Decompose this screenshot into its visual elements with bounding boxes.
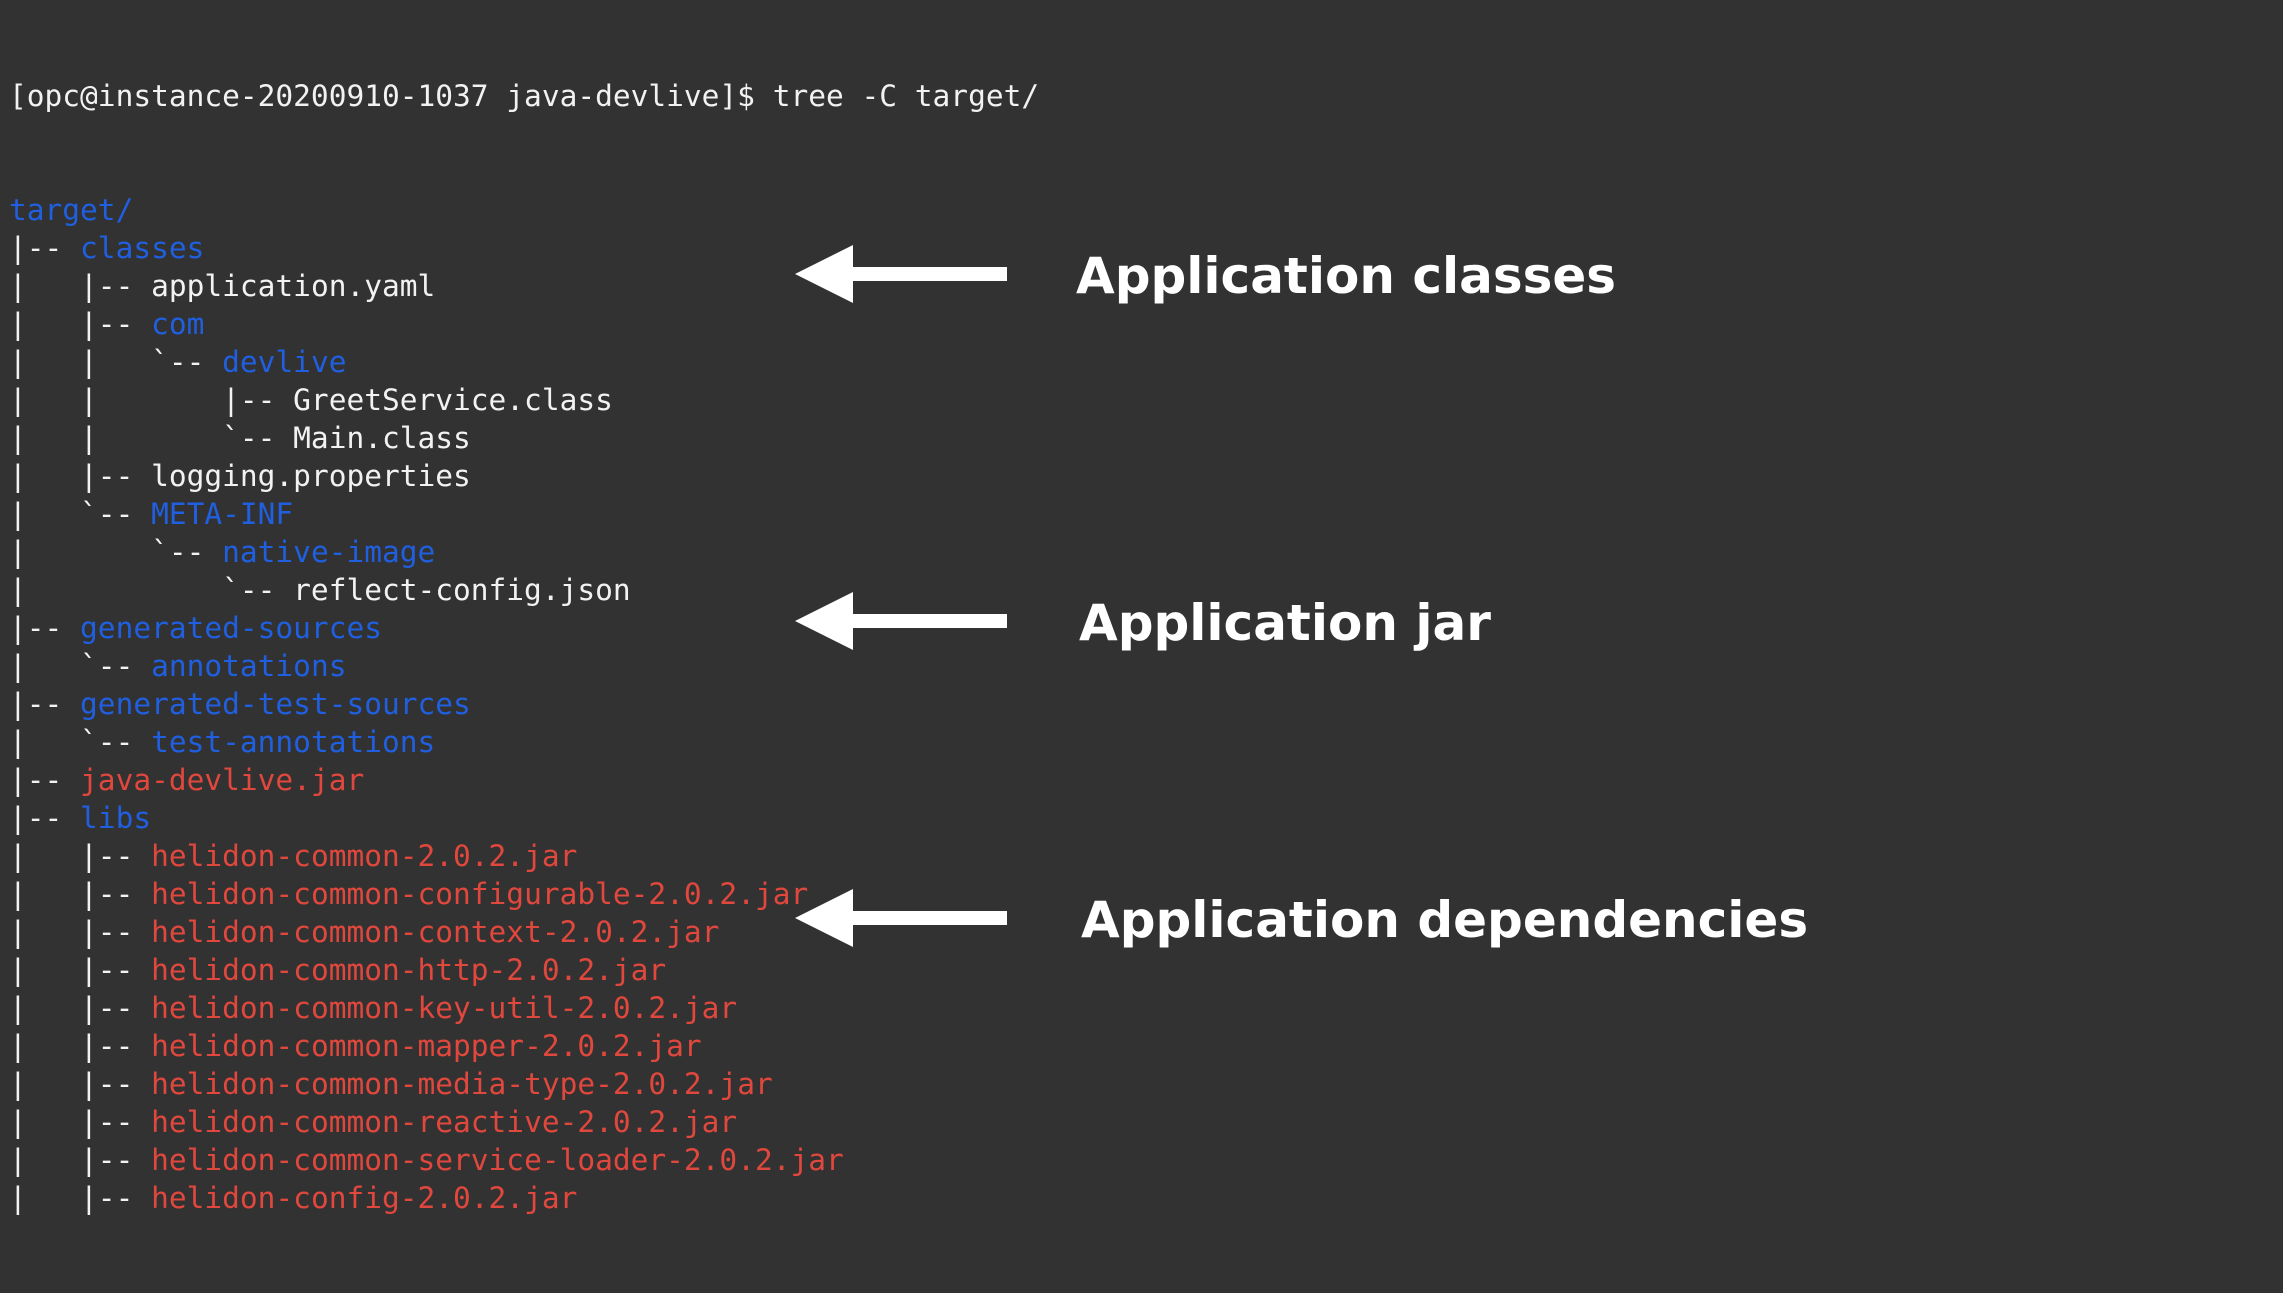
directory-name: META-INF — [151, 497, 294, 531]
tree-branch: | |-- — [9, 269, 152, 303]
jar-file-name: helidon-common-2.0.2.jar — [151, 839, 578, 873]
tree-branch: | `-- — [9, 649, 152, 683]
tree-branch: | |-- — [9, 1105, 152, 1139]
directory-name: test-annotations — [151, 725, 436, 759]
jar-file-name: helidon-common-configurable-2.0.2.jar — [151, 877, 809, 911]
jar-file-name: helidon-common-key-util-2.0.2.jar — [151, 991, 738, 1025]
tree-branch: | |-- — [9, 877, 152, 911]
tree-branch: |-- — [9, 763, 81, 797]
tree-branch: |-- — [9, 687, 81, 721]
tree-branch: | |-- — [9, 459, 152, 493]
tree-line: | |-- helidon-common-key-util-2.0.2.jar — [9, 989, 1039, 1027]
tree-line: | |-- helidon-common-mapper-2.0.2.jar — [9, 1027, 1039, 1065]
jar-file-name: helidon-common-mapper-2.0.2.jar — [151, 1029, 702, 1063]
terminal-window[interactable]: [opc@instance-20200910-1037 java-devlive… — [0, 0, 2283, 1215]
tree-line: | |-- com — [9, 305, 1039, 343]
left-arrow-icon — [795, 245, 1007, 303]
directory-name: com — [151, 307, 205, 341]
command-prompt: [opc@instance-20200910-1037 java-devlive… — [9, 79, 1040, 113]
tree-line: | |-- helidon-common-service-loader-2.0.… — [9, 1141, 1039, 1179]
tree-branch: |-- — [9, 801, 81, 835]
tree-branch: | `-- — [9, 573, 294, 607]
tree-branch: | |-- — [9, 1029, 152, 1063]
tree-line: | |-- helidon-common-http-2.0.2.jar — [9, 951, 1039, 989]
tree-branch: | `-- — [9, 725, 152, 759]
file-name: GreetService.class — [293, 383, 613, 417]
directory-name: target/ — [9, 193, 134, 227]
jar-file-name: helidon-common-reactive-2.0.2.jar — [151, 1105, 738, 1139]
directory-name: devlive — [222, 345, 347, 379]
directory-name: generated-sources — [80, 611, 382, 645]
directory-name: libs — [80, 801, 152, 835]
jar-file-name: helidon-common-media-type-2.0.2.jar — [151, 1067, 773, 1101]
tree-branch: | |-- — [9, 307, 152, 341]
tree-line: | `-- test-annotations — [9, 723, 1039, 761]
jar-file-name: helidon-common-service-loader-2.0.2.jar — [151, 1143, 844, 1177]
callout-application-jar: Application jar — [1079, 594, 1491, 652]
tree-branch: | | `-- — [9, 345, 223, 379]
directory-name: generated-test-sources — [80, 687, 471, 721]
tree-line: | |-- helidon-common-2.0.2.jar — [9, 837, 1039, 875]
left-arrow-icon — [795, 592, 1007, 650]
tree-branch: | |-- — [9, 1181, 152, 1215]
jar-file-name: java-devlive.jar — [80, 763, 365, 797]
file-name: logging.properties — [151, 459, 471, 493]
tree-branch: | | `-- — [9, 421, 294, 455]
directory-name: native-image — [222, 535, 436, 569]
tree-branch: |-- — [9, 231, 81, 265]
tree-line: |-- generated-test-sources — [9, 685, 1039, 723]
directory-name: classes — [80, 231, 205, 265]
callout-application-dependencies: Application dependencies — [1081, 891, 1809, 949]
tree-branch: | `-- — [9, 497, 152, 531]
tree-branch: | | |-- — [9, 383, 294, 417]
tree-branch: | |-- — [9, 915, 152, 949]
tree-line: |-- libs — [9, 799, 1039, 837]
jar-file-name: helidon-common-context-2.0.2.jar — [151, 915, 720, 949]
tree-line: | | `-- devlive — [9, 343, 1039, 381]
tree-line: |-- java-devlive.jar — [9, 761, 1039, 799]
directory-name: annotations — [151, 649, 347, 683]
tree-branch: | |-- — [9, 1143, 152, 1177]
file-name: application.yaml — [151, 269, 436, 303]
tree-branch: | |-- — [9, 839, 152, 873]
jar-file-name: helidon-config-2.0.2.jar — [151, 1181, 578, 1215]
tree-line: | `-- native-image — [9, 533, 1039, 571]
tree-branch: | |-- — [9, 1067, 152, 1101]
tree-line: target/ — [9, 191, 1039, 229]
left-arrow-icon — [795, 889, 1007, 947]
tree-branch: |-- — [9, 611, 81, 645]
tree-line: | `-- META-INF — [9, 495, 1039, 533]
tree-line: | |-- helidon-common-reactive-2.0.2.jar — [9, 1103, 1039, 1141]
tree-line: | |-- helidon-config-2.0.2.jar — [9, 1179, 1039, 1217]
tree-line: | | `-- Main.class — [9, 419, 1039, 457]
jar-file-name: helidon-common-http-2.0.2.jar — [151, 953, 667, 987]
tree-branch: | |-- — [9, 991, 152, 1025]
tree-line: | `-- annotations — [9, 647, 1039, 685]
file-name: reflect-config.json — [293, 573, 631, 607]
file-name: Main.class — [293, 421, 471, 455]
tree-branch: | `-- — [9, 535, 223, 569]
tree-line: | | |-- GreetService.class — [9, 381, 1039, 419]
callout-application-classes: Application classes — [1076, 247, 1617, 305]
tree-line: | |-- logging.properties — [9, 457, 1039, 495]
tree-branch: | |-- — [9, 953, 152, 987]
